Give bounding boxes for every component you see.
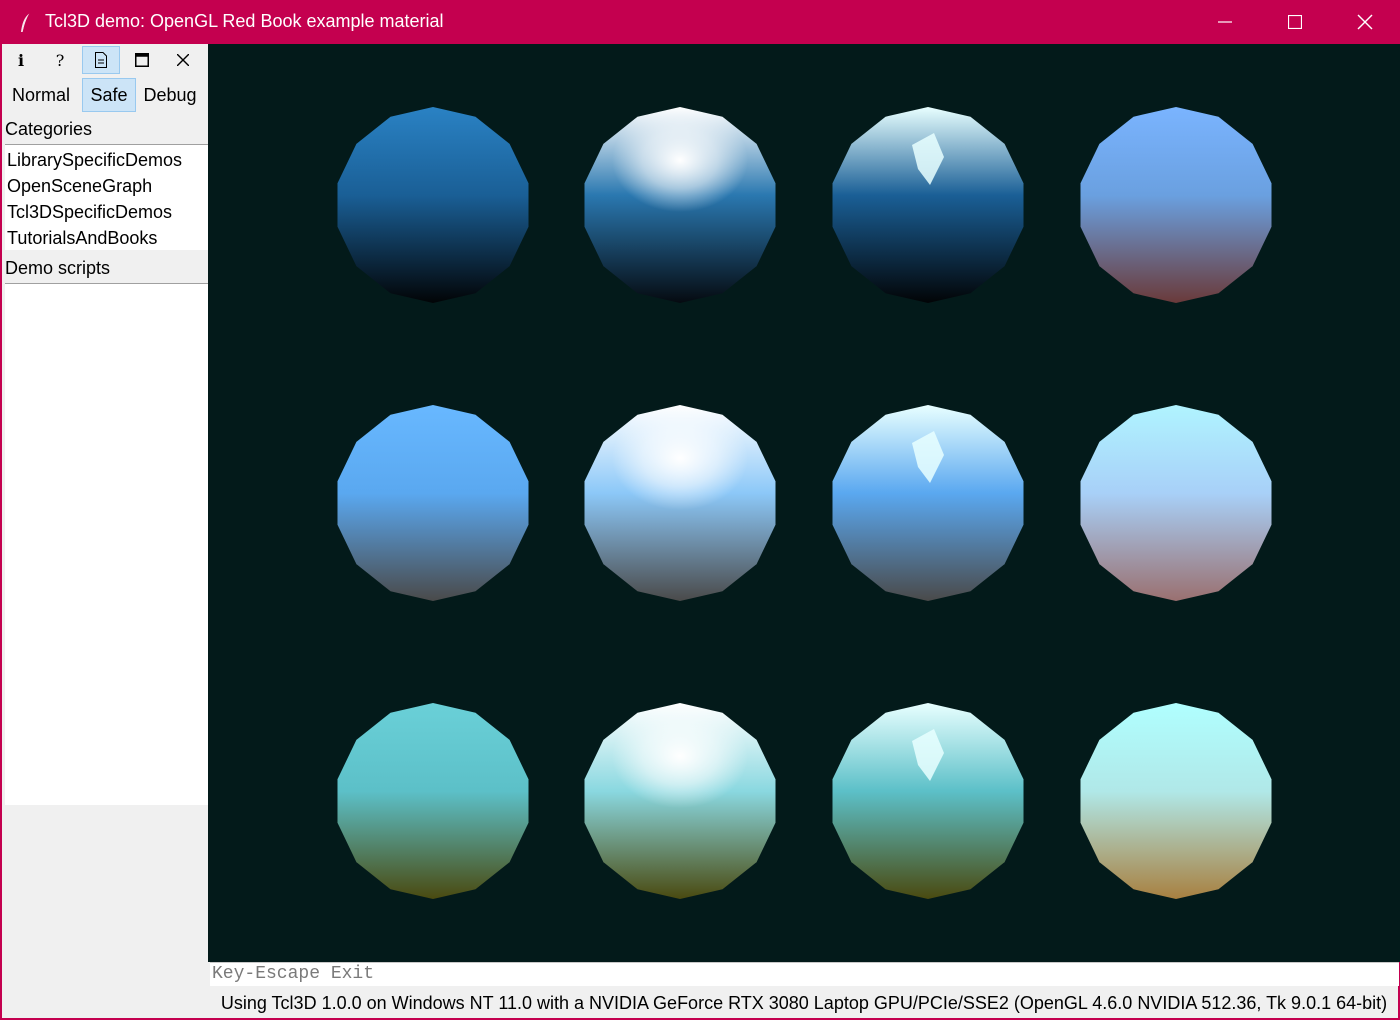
mode-debug-button[interactable]: Debug [138, 78, 202, 112]
material-sphere [1080, 405, 1272, 601]
category-item[interactable]: OpenSceneGraph [5, 173, 208, 199]
close-icon [177, 54, 189, 66]
help-icon: ? [55, 50, 65, 70]
category-item[interactable]: Tcl3DSpecificDemos [5, 199, 208, 225]
window-title: Tcl3D demo: OpenGL Red Book example mate… [45, 11, 444, 31]
opengl-canvas[interactable] [208, 44, 1400, 962]
specular-highlight [612, 108, 748, 212]
material-sphere [337, 703, 529, 899]
category-item[interactable]: LibrarySpecificDemos [5, 147, 208, 173]
info-icon: i [17, 50, 25, 70]
window-icon [135, 53, 149, 67]
maximize-icon [1288, 15, 1302, 29]
material-sphere [337, 107, 529, 303]
close-demo-button[interactable] [164, 46, 202, 74]
app-window: Tcl3D demo: OpenGL Red Book example mate… [0, 0, 1400, 1020]
key-help: Key-Escape Exit [210, 962, 1399, 986]
mode-safe-button[interactable]: Safe [82, 78, 136, 112]
material-sphere [1080, 107, 1272, 303]
minimize-button[interactable] [1190, 0, 1260, 44]
status-bar: Using Tcl3D 1.0.0 on Windows NT 11.0 wit… [220, 993, 1388, 1013]
close-window-button[interactable] [1330, 0, 1400, 44]
material-sphere [1080, 703, 1272, 899]
fullscreen-button[interactable] [123, 46, 161, 74]
info-button[interactable]: i [2, 46, 40, 74]
document-icon [95, 52, 107, 68]
source-button[interactable] [82, 46, 120, 74]
help-button[interactable]: ? [41, 46, 79, 74]
left-panel: i ? Normal Safe Debug Categories Library [2, 44, 208, 1018]
specular-highlight [612, 406, 748, 510]
categories-list[interactable]: LibrarySpecificDemos OpenSceneGraph Tcl3… [5, 144, 208, 250]
close-icon [1357, 14, 1373, 30]
minimize-icon [1218, 21, 1232, 23]
material-spheres-scene [337, 107, 1272, 899]
categories-label: Categories [5, 119, 93, 139]
demo-scripts-label: Demo scripts [5, 258, 111, 278]
material-sphere [337, 405, 529, 601]
maximize-button[interactable] [1260, 0, 1330, 44]
category-item[interactable]: TutorialsAndBooks [5, 225, 208, 251]
demo-scripts-list[interactable] [5, 283, 208, 805]
specular-highlight [612, 704, 748, 808]
mode-normal-button[interactable]: Normal [4, 78, 78, 112]
feather-icon [21, 12, 31, 33]
title-bar[interactable]: Tcl3D demo: OpenGL Red Book example mate… [2, 0, 1398, 44]
